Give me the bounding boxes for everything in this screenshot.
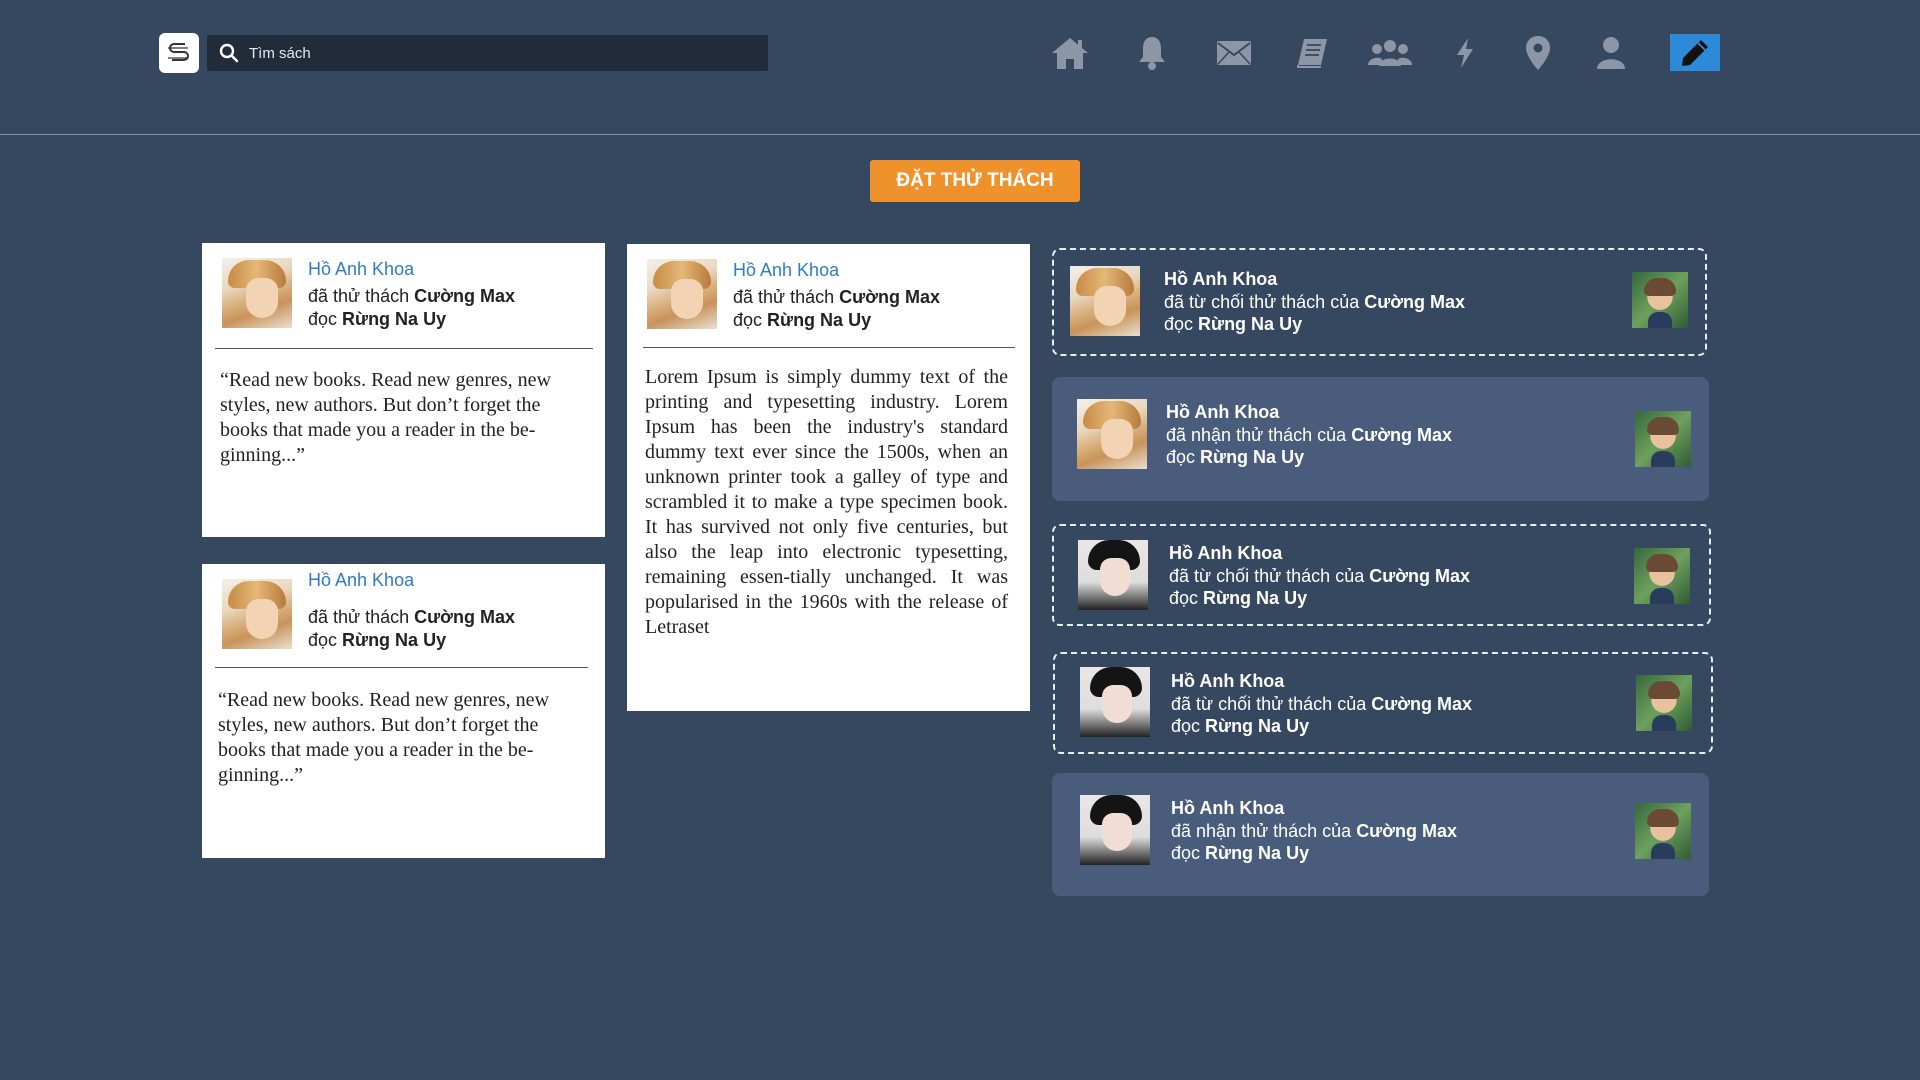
activity-item-accepted[interactable]: Hồ Anh Khoa đã nhận thử thách của Cường … bbox=[1052, 377, 1709, 501]
map-pin-icon bbox=[1526, 36, 1550, 70]
avatar[interactable] bbox=[222, 579, 292, 649]
book-line: đọc Rừng Na Uy bbox=[1169, 588, 1308, 608]
post-quote: “Read new books. Read new genres, new st… bbox=[220, 369, 552, 466]
activity-line: đã từ chối thử thách của Cường Max bbox=[1169, 566, 1471, 586]
book-title[interactable]: Rừng Na Uy bbox=[342, 309, 446, 329]
activity-line: đã từ chối thử thách của Cường Max bbox=[1171, 694, 1473, 714]
avatar[interactable] bbox=[1080, 667, 1150, 737]
book-title[interactable]: Rừng Na Uy bbox=[1205, 716, 1309, 736]
activity-item-declined[interactable]: Hồ Anh Khoa đã từ chối thử thách của Cườ… bbox=[1053, 652, 1713, 754]
book-title[interactable]: Rừng Na Uy bbox=[767, 310, 871, 330]
avatar[interactable] bbox=[1077, 399, 1147, 469]
nav-home[interactable] bbox=[1045, 30, 1095, 76]
target-user[interactable]: Cường Max bbox=[414, 607, 515, 627]
nav-notifications[interactable] bbox=[1127, 30, 1177, 76]
user-name[interactable]: Hồ Anh Khoa bbox=[1166, 402, 1279, 423]
nav-write[interactable] bbox=[1670, 34, 1720, 71]
activity-line: đã nhận thử thách của Cường Max bbox=[1171, 821, 1458, 841]
book-title[interactable]: Rừng Na Uy bbox=[1205, 843, 1309, 863]
challenge-line: đã thử thách Cường Max bbox=[308, 607, 515, 627]
avatar[interactable] bbox=[1078, 540, 1148, 610]
target-user[interactable]: Cường Max bbox=[1369, 566, 1470, 586]
book-title[interactable]: Rừng Na Uy bbox=[342, 630, 446, 650]
user-name[interactable]: Hồ Anh Khoa bbox=[1164, 269, 1277, 290]
nav-activity[interactable] bbox=[1440, 30, 1490, 76]
nav-groups[interactable] bbox=[1365, 30, 1415, 76]
avatar[interactable] bbox=[222, 258, 292, 328]
avatar[interactable] bbox=[1080, 795, 1150, 865]
logo-icon bbox=[168, 43, 189, 61]
search-bar[interactable] bbox=[207, 35, 768, 71]
group-icon bbox=[1368, 40, 1412, 66]
app-logo[interactable] bbox=[159, 33, 199, 73]
user-name[interactable]: Hồ Anh Khoa bbox=[1171, 671, 1284, 692]
book-line: đọc Rừng Na Uy bbox=[1166, 447, 1305, 467]
user-name[interactable]: Hồ Anh Khoa bbox=[1169, 543, 1282, 564]
nav-books[interactable] bbox=[1287, 30, 1337, 76]
avatar[interactable] bbox=[647, 259, 717, 329]
challenger-avatar[interactable] bbox=[1636, 675, 1692, 731]
user-name-link[interactable]: Hồ Anh Khoa bbox=[308, 259, 414, 280]
book-line: đọc Rừng Na Uy bbox=[733, 310, 872, 330]
book-line: đọc Rừng Na Uy bbox=[308, 309, 447, 329]
target-user[interactable]: Cường Max bbox=[839, 287, 940, 307]
pencil-icon bbox=[1682, 39, 1708, 66]
user-name-link[interactable]: Hồ Anh Khoa bbox=[308, 570, 414, 591]
activity-item-declined[interactable]: Hồ Anh Khoa đã từ chối thử thách của Cườ… bbox=[1052, 524, 1711, 626]
home-icon bbox=[1052, 38, 1088, 69]
divider bbox=[643, 347, 1015, 348]
book-line: đọc Rừng Na Uy bbox=[1171, 716, 1310, 736]
divider bbox=[215, 667, 588, 668]
nav-profile[interactable] bbox=[1586, 30, 1636, 76]
user-icon bbox=[1597, 37, 1625, 69]
challenger-avatar[interactable] bbox=[1635, 803, 1691, 859]
bolt-icon bbox=[1457, 38, 1473, 68]
top-bar bbox=[0, 0, 1920, 135]
activity-line: đã nhận thử thách của Cường Max bbox=[1166, 425, 1453, 445]
book-title[interactable]: Rừng Na Uy bbox=[1200, 447, 1304, 467]
book-title[interactable]: Rừng Na Uy bbox=[1198, 314, 1302, 334]
mail-icon bbox=[1217, 41, 1251, 65]
nav-location[interactable] bbox=[1513, 30, 1563, 76]
target-user[interactable]: Cường Max bbox=[1351, 425, 1452, 445]
book-icon bbox=[1297, 39, 1327, 68]
set-challenge-button[interactable]: ĐẶT THỬ THÁCH bbox=[870, 160, 1080, 202]
challenger-avatar[interactable] bbox=[1635, 411, 1691, 467]
user-name[interactable]: Hồ Anh Khoa bbox=[1171, 798, 1284, 819]
challenger-avatar[interactable] bbox=[1634, 548, 1690, 604]
book-line: đọc Rừng Na Uy bbox=[1171, 843, 1310, 863]
post-text: Lorem Ipsum is simply dummy text of the … bbox=[645, 366, 1008, 638]
post-card: Hồ Anh Khoa đã thử thách Cường Max đọc R… bbox=[627, 244, 1030, 711]
challenge-line: đã thử thách Cường Max bbox=[733, 287, 940, 307]
target-user[interactable]: Cường Max bbox=[1356, 821, 1457, 841]
search-input[interactable] bbox=[247, 43, 751, 63]
post-quote: “Read new books. Read new genres, new st… bbox=[218, 689, 550, 786]
target-user[interactable]: Cường Max bbox=[1364, 292, 1465, 312]
challenge-line: đã thử thách Cường Max bbox=[308, 286, 515, 306]
target-user[interactable]: Cường Max bbox=[1371, 694, 1472, 714]
post-card: Hồ Anh Khoa đã thử thách Cường Max đọc R… bbox=[202, 564, 605, 858]
target-user[interactable]: Cường Max bbox=[414, 286, 515, 306]
book-title[interactable]: Rừng Na Uy bbox=[1203, 588, 1307, 608]
bell-icon bbox=[1139, 37, 1165, 70]
challenger-avatar[interactable] bbox=[1632, 272, 1688, 328]
nav-messages[interactable] bbox=[1209, 30, 1259, 76]
post-card: Hồ Anh Khoa đã thử thách Cường Max đọc R… bbox=[202, 243, 605, 537]
activity-item-accepted[interactable]: Hồ Anh Khoa đã nhận thử thách của Cường … bbox=[1052, 773, 1709, 896]
activity-line: đã từ chối thử thách của Cường Max bbox=[1164, 292, 1466, 312]
activity-item-declined[interactable]: Hồ Anh Khoa đã từ chối thử thách của Cườ… bbox=[1052, 248, 1707, 356]
book-line: đọc Rừng Na Uy bbox=[308, 630, 447, 650]
search-icon bbox=[217, 41, 241, 65]
divider bbox=[215, 348, 593, 349]
avatar[interactable] bbox=[1070, 266, 1140, 336]
user-name-link[interactable]: Hồ Anh Khoa bbox=[733, 260, 839, 281]
book-line: đọc Rừng Na Uy bbox=[1164, 314, 1303, 334]
